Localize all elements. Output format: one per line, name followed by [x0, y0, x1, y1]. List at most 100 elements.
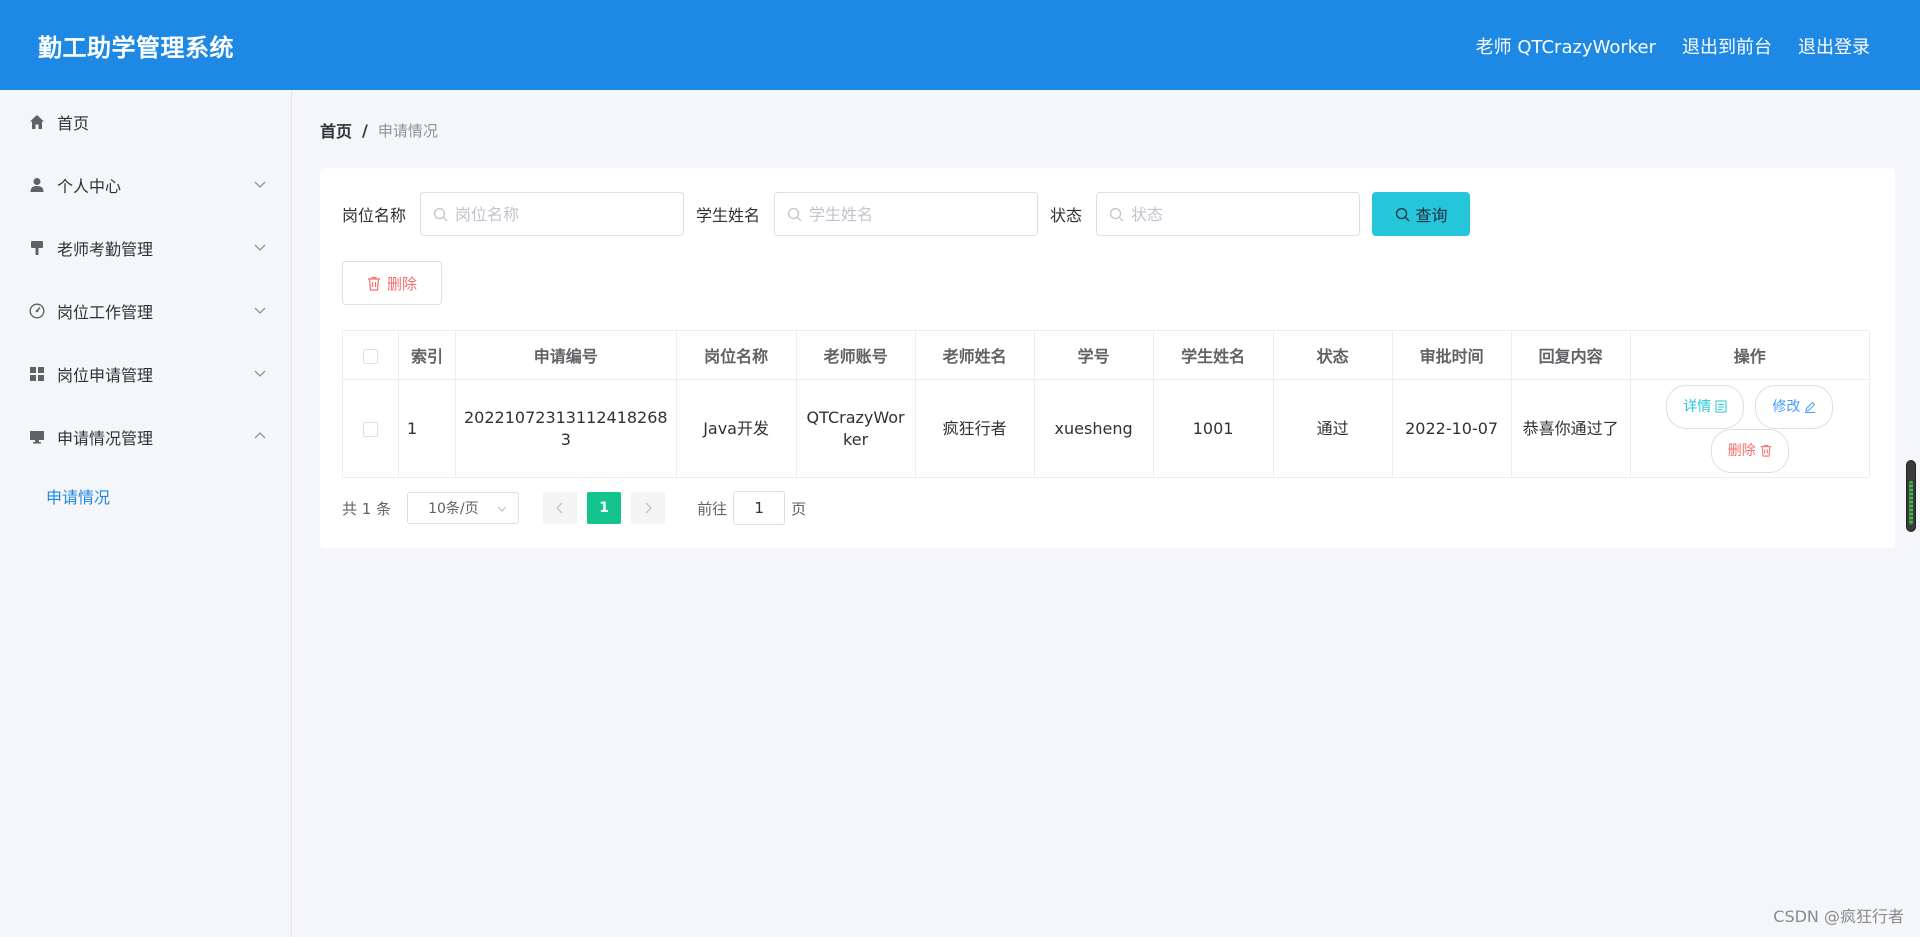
next-page-button[interactable]: [631, 492, 666, 524]
breadcrumb: 首页 / 申请情况: [320, 118, 438, 142]
cell-teacher-name: 疯狂行者: [914, 379, 1035, 478]
post-name-input[interactable]: [455, 204, 684, 224]
post-name-label: 岗位名称: [342, 206, 407, 225]
post-name-field: [420, 192, 685, 236]
trash-icon: [1760, 444, 1771, 457]
chevron-down-icon: [254, 181, 266, 188]
chevron-down-icon: [254, 244, 266, 251]
student-name-field: [774, 192, 1039, 236]
checkbox[interactable]: [363, 348, 378, 364]
sidebar-item-application-status[interactable]: 申请情况管理: [0, 405, 291, 468]
header-cell: 学生姓名: [1152, 330, 1274, 380]
cell-student-no: xuesheng: [1033, 379, 1154, 478]
page-number-active[interactable]: 1: [587, 492, 622, 524]
page-size-select[interactable]: 10条/页: [407, 492, 520, 524]
cell-status: 通过: [1272, 379, 1393, 478]
cell-reply: 恭喜你通过了: [1510, 379, 1631, 478]
sidebar-item-label: 岗位工作管理: [57, 302, 154, 322]
current-user[interactable]: 老师 QTCrazyWorker: [1476, 33, 1656, 59]
row-delete-label: 删除: [1727, 442, 1756, 459]
status-input[interactable]: [1131, 204, 1360, 224]
sidebar-item-post-work[interactable]: 岗位工作管理: [0, 279, 291, 342]
brush-icon: [28, 239, 45, 256]
pencil-icon: [1805, 401, 1816, 413]
sidebar-item-post-apply[interactable]: 岗位申请管理: [0, 342, 291, 405]
total-count: 共 1 条: [342, 499, 392, 518]
chevron-right-icon: [645, 502, 653, 514]
sidebar-subitem-application-status[interactable]: 申请情况: [0, 468, 291, 524]
sidebar-item-label: 岗位申请管理: [57, 365, 154, 385]
checkbox[interactable]: [363, 421, 378, 437]
top-header: 勤工助学管理系统 老师 QTCrazyWorker 退出到前台 退出登录: [0, 0, 1920, 90]
header-cell: 老师姓名: [914, 330, 1035, 380]
row-delete-button[interactable]: 删除: [1710, 428, 1789, 473]
sidebar-item-label: 个人中心: [57, 176, 122, 196]
cell-app-no: 20221072313112418268 3: [455, 379, 677, 478]
app-title: 勤工助学管理系统: [38, 34, 234, 62]
header-cell: 操作: [1629, 330, 1871, 380]
header-cell: 岗位名称: [675, 330, 797, 380]
search-icon: [1395, 207, 1410, 222]
content-card: 岗位名称 学生姓名 状态 查询 删除 索引 申请编号 岗位: [320, 168, 1895, 548]
sidebar-item-personal[interactable]: 个人中心: [0, 153, 291, 216]
chevron-left-icon: [556, 502, 563, 514]
cell-approve-time: 2022-10-07: [1391, 379, 1512, 478]
logout-link[interactable]: 退出登录: [1798, 33, 1870, 59]
student-name-label: 学生姓名: [696, 206, 761, 225]
grid-icon: [28, 365, 45, 382]
header-cell: 索引: [398, 330, 456, 380]
sidebar-item-home[interactable]: 首页: [0, 90, 291, 153]
breadcrumb-home[interactable]: 首页: [320, 118, 352, 142]
header-select-all[interactable]: [342, 330, 399, 380]
monitor-icon: [28, 428, 45, 445]
student-name-input[interactable]: [809, 204, 1038, 224]
cell-post-name: Java开发: [675, 379, 797, 478]
header-cell: 老师账号: [795, 330, 916, 380]
document-icon: [1715, 400, 1727, 413]
goto-page-input[interactable]: [733, 491, 786, 525]
page-size-value: 10条/页: [428, 501, 479, 517]
cell-index: 1: [398, 379, 456, 478]
scrollbar-widget[interactable]: [1906, 460, 1916, 532]
batch-delete-label: 删除: [386, 275, 417, 293]
breadcrumb-current: 申请情况: [377, 121, 438, 140]
cell-teacher-account: QTCrazyWor ker: [795, 379, 916, 478]
prev-page-button[interactable]: [543, 492, 578, 524]
header-cell: 学号: [1033, 330, 1154, 380]
status-label: 状态: [1050, 206, 1083, 225]
cell-actions: 详情 修改 删除: [1629, 379, 1871, 478]
table-row: 1 20221072313112418268 3 Java开发 QTCrazyW…: [342, 379, 1871, 478]
sidebar: 首页 个人中心 老师考勤管理 岗位工作管理 岗位申请管理 申请情况管理 申请情况: [0, 90, 292, 937]
header-cell: 审批时间: [1391, 330, 1512, 380]
goto-label: 前往: [697, 499, 728, 518]
query-button-label: 查询: [1415, 208, 1448, 225]
status-field: [1096, 192, 1361, 236]
cell-student-name: 1001: [1152, 379, 1274, 478]
row-select[interactable]: [342, 379, 399, 478]
chevron-up-icon: [254, 432, 266, 439]
edit-label: 修改: [1772, 398, 1801, 415]
watermark: CSDN @疯狂行者: [1773, 907, 1904, 926]
sidebar-item-label: 首页: [57, 113, 90, 133]
page-suffix: 页: [791, 499, 807, 518]
front-link[interactable]: 退出到前台: [1682, 33, 1772, 59]
detail-button[interactable]: 详情: [1666, 384, 1745, 429]
search-icon: [1109, 207, 1124, 222]
gauge-icon: [28, 302, 45, 319]
query-button[interactable]: 查询: [1372, 192, 1471, 236]
header-actions: 老师 QTCrazyWorker 退出到前台 退出登录: [1476, 33, 1870, 59]
breadcrumb-separator: /: [362, 120, 368, 140]
batch-delete-button[interactable]: 删除: [342, 261, 442, 305]
edit-button[interactable]: 修改: [1755, 384, 1834, 429]
header-cell: 申请编号: [455, 330, 677, 380]
header-cell: 状态: [1272, 330, 1393, 380]
search-icon: [433, 207, 448, 222]
chevron-down-icon: [254, 370, 266, 377]
sidebar-item-attendance[interactable]: 老师考勤管理: [0, 216, 291, 279]
search-icon: [787, 207, 802, 222]
table-header-row: 索引 申请编号 岗位名称 老师账号 老师姓名 学号 学生姓名 状态 审批时间 回…: [342, 330, 1871, 380]
detail-label: 详情: [1683, 398, 1712, 415]
chevron-down-icon: [254, 307, 266, 314]
home-icon: [28, 113, 45, 130]
application-table: 索引 申请编号 岗位名称 老师账号 老师姓名 学号 学生姓名 状态 审批时间 回…: [342, 330, 1871, 478]
